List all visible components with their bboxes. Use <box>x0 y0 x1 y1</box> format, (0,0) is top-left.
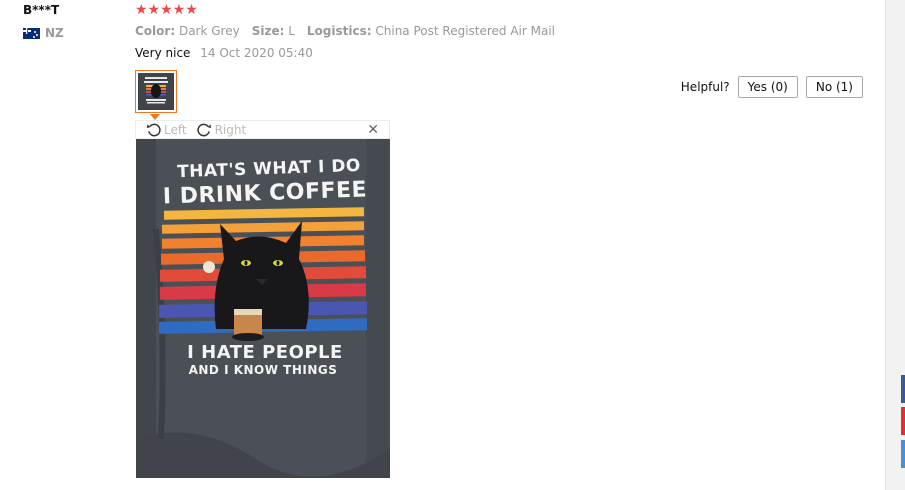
rotate-left-icon <box>146 123 161 137</box>
rotate-left-button[interactable]: Left <box>146 122 187 137</box>
share-tab-lightblue[interactable] <box>901 440 905 468</box>
size-label: Size: <box>251 24 285 38</box>
review-text-row: Very nice 14 Oct 2020 05:40 <box>135 46 313 60</box>
shirt-text-line-3: I HATE PEOPLE <box>187 342 343 363</box>
size-value: L <box>288 24 295 38</box>
country-code: NZ <box>45 26 64 40</box>
rotate-left-label: Left <box>164 122 187 137</box>
star-rating: ★★★★★ <box>135 2 198 18</box>
review-photo-thumbnail[interactable] <box>135 70 177 113</box>
color-attribute: Color: Dark Grey <box>135 24 240 38</box>
helpful-yes-button[interactable]: Yes (0) <box>737 76 798 98</box>
rotate-right-label: Right <box>214 122 247 137</box>
close-icon[interactable]: ✕ <box>367 122 379 138</box>
helpful-label: Helpful? <box>680 80 730 94</box>
reviewer-country: NZ <box>23 26 64 40</box>
stars-icon: ★★★★★ <box>135 2 198 18</box>
logistics-attribute: Logistics: China Post Registered Air Mai… <box>307 24 555 38</box>
rotate-right-button[interactable]: Right <box>196 122 247 137</box>
size-attribute: Size: L <box>252 24 295 38</box>
thumbnail-image <box>138 73 174 110</box>
review-date: 14 Oct 2020 05:40 <box>200 46 313 60</box>
logistics-value: China Post Registered Air Mail <box>375 24 556 38</box>
share-tab-blue[interactable] <box>901 375 905 403</box>
rotate-right-icon <box>196 123 211 137</box>
flag-icon <box>23 27 40 39</box>
shirt-text-line-4: AND I KNOW THINGS <box>188 363 338 377</box>
logistics-label: Logistics: <box>306 24 372 38</box>
review-text: Very nice <box>135 46 191 60</box>
side-scroll-gutter <box>885 0 905 490</box>
image-viewer-toolbar: Left Right ✕ <box>135 120 390 139</box>
color-label: Color: <box>135 24 176 38</box>
reviewer-name: B***T <box>23 3 60 17</box>
order-attributes: Color: Dark Grey Size: L Logistics: Chin… <box>135 24 555 38</box>
color-value: Dark Grey <box>178 24 240 38</box>
helpful-no-button[interactable]: No (1) <box>805 76 863 98</box>
share-tab-red[interactable] <box>901 407 905 435</box>
review-photo-large: THAT'S WHAT I DO I DRINK COFFEE I HATE P… <box>136 139 390 478</box>
helpful-vote: Helpful? Yes (0) No (1) <box>681 76 863 98</box>
review-page: B***T NZ ★★★★★ Color: Dark Grey Size: L … <box>0 0 905 490</box>
